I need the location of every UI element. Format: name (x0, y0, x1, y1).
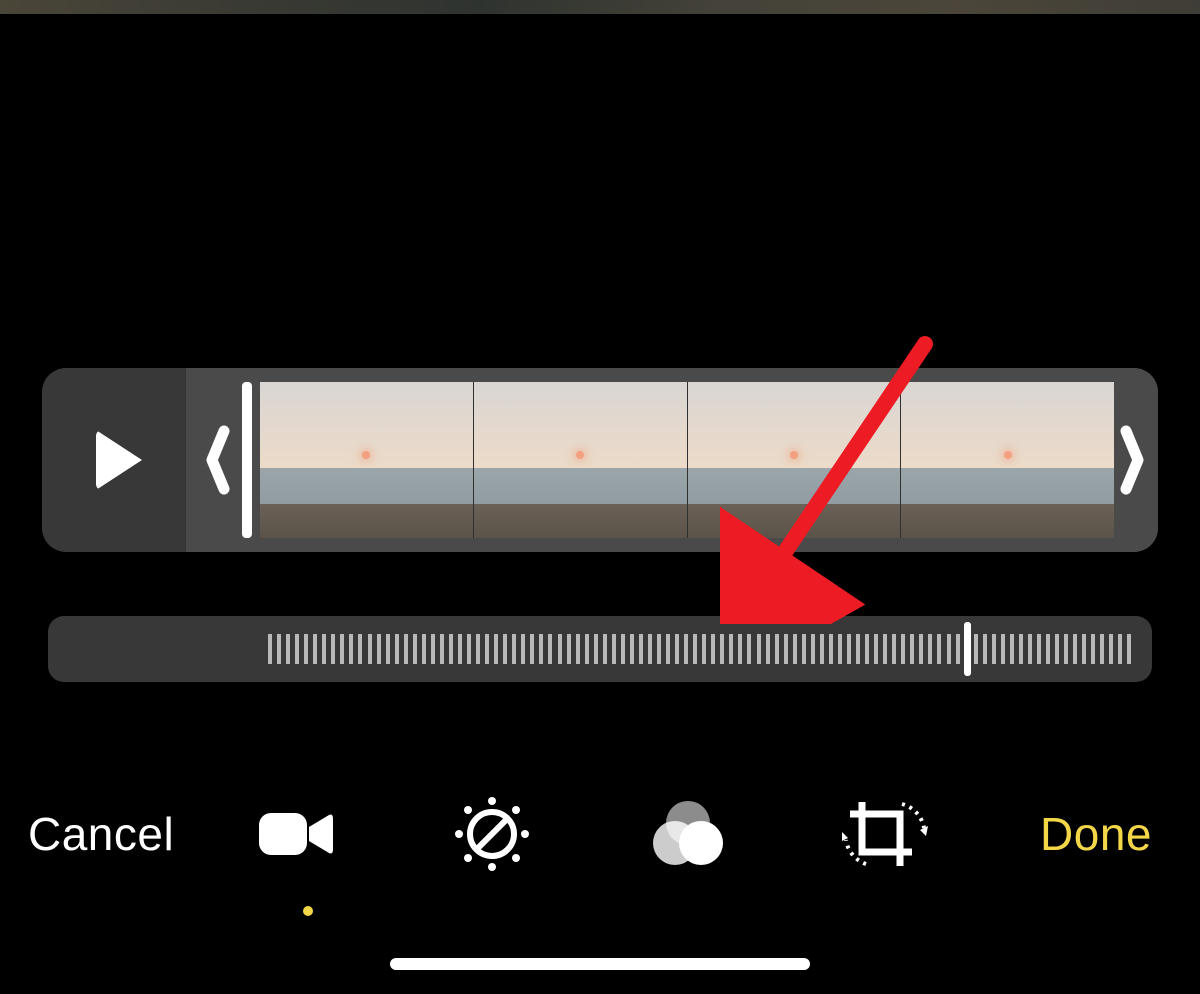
active-tool-indicator (303, 906, 313, 916)
home-indicator[interactable] (390, 958, 810, 970)
timeline-frame (473, 382, 687, 538)
video-preview-edge (0, 0, 1200, 14)
filters-icon (651, 799, 725, 869)
trim-handle-left[interactable] (204, 382, 230, 538)
trim-handle-right[interactable] (1120, 382, 1146, 538)
tool-crop[interactable] (840, 789, 930, 879)
slider-thumb[interactable] (964, 622, 971, 676)
tool-icons-row (250, 789, 930, 879)
video-icon (257, 807, 333, 861)
trim-track[interactable] (186, 368, 1158, 552)
crop-icon (842, 794, 928, 874)
done-button[interactable]: Done (1040, 807, 1152, 861)
play-button[interactable] (42, 368, 186, 552)
video-trim-bar (42, 368, 1158, 552)
cancel-button[interactable]: Cancel (28, 807, 174, 861)
tool-filters[interactable] (643, 789, 733, 879)
trim-start-marker[interactable] (242, 382, 252, 538)
timeline-frames[interactable] (260, 382, 1114, 538)
tool-video[interactable] (250, 789, 340, 879)
timeline-frame (687, 382, 901, 538)
tool-adjust[interactable] (447, 789, 537, 879)
speed-slider[interactable] (48, 616, 1152, 682)
slider-ticks (268, 630, 1132, 668)
timeline-frame (900, 382, 1114, 538)
editor-toolbar: Cancel (0, 774, 1200, 894)
play-icon (96, 430, 142, 490)
timeline-frame (260, 382, 473, 538)
adjust-icon (453, 795, 531, 873)
